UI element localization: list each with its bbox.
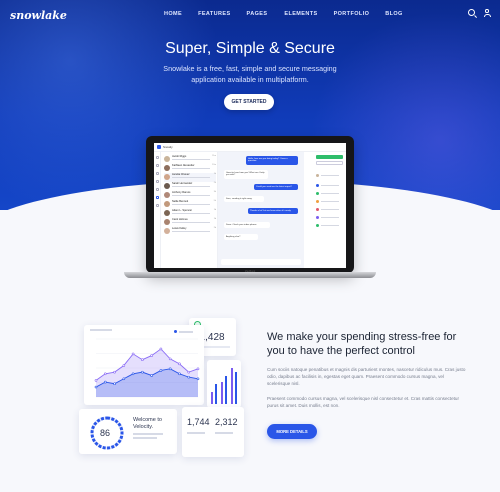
stat-right-value: 2,312: [215, 417, 238, 427]
app-name: Snowly: [163, 144, 173, 149]
gauge-value: 86: [100, 428, 111, 438]
series-2-point-3: [113, 382, 116, 386]
feature-paragraph-1: Cum sociis natoque penatibus et magnis d…: [267, 367, 466, 386]
nav-item-pages[interactable]: PAGES: [247, 11, 268, 17]
series-2-point-11: [187, 375, 191, 379]
message-input[interactable]: [221, 259, 301, 265]
laptop-mockup: Snowly Jacob Riggs 11m Kathleen Alexander…: [146, 136, 354, 273]
welcome-title: Welcome to Velocity.: [133, 417, 162, 430]
series-2-point-2: [103, 380, 107, 384]
series-2-point-7: [150, 374, 153, 377]
series-1-point-2: [103, 372, 107, 376]
brand-logo[interactable]: snowlake: [10, 9, 67, 22]
chat-panel: Hello, how are you doing today? I have a…: [218, 152, 304, 268]
search-icon[interactable]: [468, 9, 475, 16]
contact-list: Jacob Riggs 11m Kathleen Alexander 12m Aur…: [161, 152, 218, 268]
series-2-point-8: [159, 369, 163, 372]
welcome-card: 86 Welcome to Velocity.: [79, 409, 177, 454]
series-1-point-4: [122, 364, 126, 367]
more-details-button[interactable]: MORE DETAILS: [267, 424, 317, 439]
landing-page: snowlake HOME FEATURES PAGES ELEMENTS PO…: [0, 0, 500, 492]
series-1-point-11: [187, 370, 191, 374]
stats-card: 1,744 2,312: [182, 407, 244, 457]
series-2-point-12: [196, 377, 200, 381]
series-1-point-12: [196, 367, 200, 371]
nav-item-blog[interactable]: BLOG: [385, 11, 403, 17]
nav-icons: [468, 9, 491, 17]
nav-item-portfolio[interactable]: PORTFOLIO: [334, 11, 370, 17]
series-2-point-9: [168, 367, 172, 371]
series-1-point-3: [113, 370, 116, 374]
area-chart: [94, 338, 200, 398]
hero-title: Super, Simple & Secure: [165, 40, 335, 57]
nav-item-elements[interactable]: ELEMENTS: [284, 11, 317, 17]
series-1-point-8: [159, 347, 163, 351]
series-2-point-5: [131, 372, 135, 376]
user-icon[interactable]: [483, 9, 491, 17]
app-sidebar: [154, 152, 161, 268]
laptop-brand: MacBook: [244, 270, 256, 273]
series-2-point-4: [122, 377, 126, 381]
series-1-point-9: [168, 357, 172, 361]
series-2-point-6: [141, 370, 144, 374]
top-navbar: snowlake HOME FEATURES PAGES ELEMENTS PO…: [0, 0, 500, 30]
app-logo-icon: [157, 145, 161, 149]
series-1-point-1: [94, 379, 98, 382]
feature-paragraph-2: Praesent commodo cursus magna, vel scele…: [267, 396, 459, 408]
main-menu: HOME FEATURES PAGES ELEMENTS PORTFOLIO B…: [164, 11, 419, 17]
nav-item-features[interactable]: FEATURES: [198, 11, 230, 17]
contact-detail-panel: [304, 152, 346, 268]
bar-chart-card: [207, 360, 241, 408]
series-2-point-1: [94, 385, 98, 389]
series-1-point-6: [141, 358, 144, 362]
hero-subtitle: Snowlake is a free, fast, simple and sec…: [163, 64, 337, 84]
series-1-point-5: [131, 352, 135, 356]
get-started-button[interactable]: GET STARTED: [224, 94, 274, 110]
stat-left-value: 1,744: [187, 417, 210, 427]
area-chart-card: [84, 325, 204, 405]
series-1-point-7: [150, 354, 153, 357]
series-1-point-10: [178, 362, 181, 366]
nav-item-home[interactable]: HOME: [164, 11, 182, 17]
feature-heading: We make your spending stress-free for yo…: [267, 331, 457, 357]
app-topbar: Snowly: [154, 143, 346, 152]
laptop-screen: Snowly Jacob Riggs 11m Kathleen Alexander…: [154, 143, 346, 268]
series-2-point-10: [178, 372, 181, 376]
